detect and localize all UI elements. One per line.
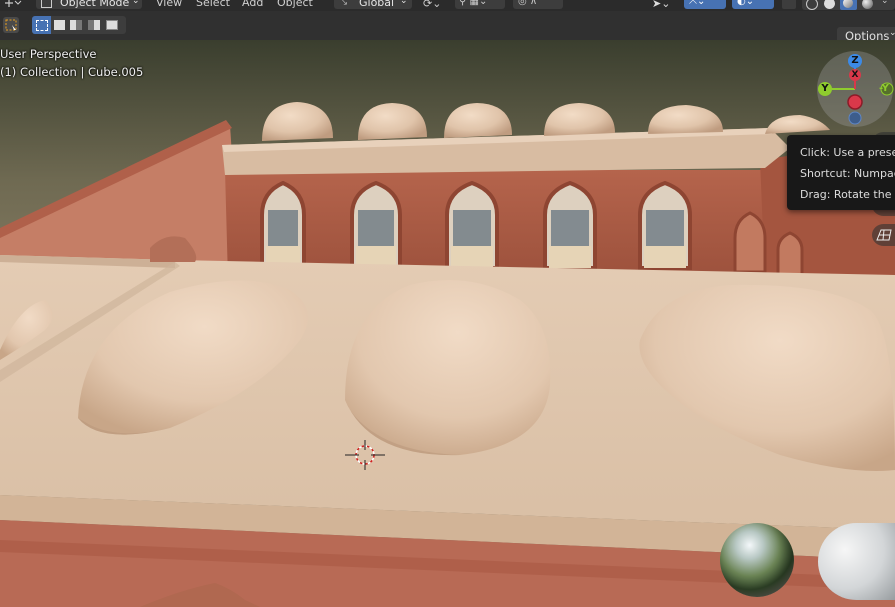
collection-info-label: (1) Collection | Cube.005 xyxy=(0,65,144,79)
menu-select[interactable]: Select xyxy=(196,0,230,9)
select-cursor-icon[interactable]: ➤⌄ xyxy=(652,0,670,10)
grid-ortho-icon[interactable] xyxy=(872,224,895,246)
select-mode-subtract-icon[interactable] xyxy=(70,20,82,30)
snap-toggle[interactable]: ⚲ ▦⌄ xyxy=(455,0,505,9)
tooltip-line-click: Click: Use a preset xyxy=(800,146,895,159)
chevron-down-icon: ⌄ xyxy=(400,0,408,6)
view-name-label: User Perspective xyxy=(0,47,97,61)
3d-cursor-icon[interactable] xyxy=(345,440,385,470)
hdri-sphere xyxy=(720,523,794,597)
rendered-shading-icon[interactable] xyxy=(862,0,873,9)
menu-view[interactable]: View xyxy=(156,0,182,9)
tool-settings-bar: Options ⌄ xyxy=(0,11,895,46)
solid-shading-icon[interactable] xyxy=(824,0,835,9)
editor-type-icon[interactable] xyxy=(3,0,23,9)
snap-icon: ⚲ ▦⌄ xyxy=(459,0,488,7)
select-mode-new-icon[interactable] xyxy=(32,16,51,34)
object-mode-label: Object Mode xyxy=(60,0,130,9)
xray-icon[interactable] xyxy=(782,0,796,9)
chevron-down-icon: ⌄ xyxy=(132,0,140,6)
material-shading-icon[interactable] xyxy=(840,0,857,10)
tooltip-line-drag: Drag: Rotate the vi xyxy=(800,188,895,201)
transform-orientation-label: Global xyxy=(359,0,395,9)
orientation-icon: ⤡ xyxy=(339,0,347,7)
tooltip-line-shortcut: Shortcut: Numpad 1 xyxy=(800,167,895,180)
chevron-down-icon[interactable]: ⌄ xyxy=(881,0,889,6)
gizmo-axis-neg-y[interactable]: -Y xyxy=(879,83,889,94)
proportional-icon: ◎ ∧ xyxy=(518,0,538,7)
menu-add[interactable]: Add xyxy=(242,0,263,9)
gizmo-axis-z[interactable]: Z xyxy=(848,54,862,68)
matcap-sphere xyxy=(818,523,895,600)
overlay-icon: ◐⌄ xyxy=(737,0,755,7)
gizmo-axis-x[interactable]: X xyxy=(849,69,861,81)
wireframe-shading-icon[interactable] xyxy=(806,0,818,10)
3d-viewport[interactable]: User Perspective (1) Collection | Cube.0… xyxy=(0,40,895,607)
gizmo-toggle[interactable]: ⤧⌄ xyxy=(684,0,726,9)
scene-render xyxy=(0,40,895,607)
navigation-gizmo[interactable]: Z X Y -Y xyxy=(815,49,895,129)
viewport-header: Object Mode ⌄ View Select Add Object ⤡ G… xyxy=(0,0,895,11)
selection-mode-buttons xyxy=(32,16,126,34)
object-mode-dropdown[interactable]: Object Mode ⌄ xyxy=(36,0,142,9)
select-box-tool-icon[interactable] xyxy=(3,17,19,33)
shading-buttons: ⌄ xyxy=(802,0,895,10)
menu-object[interactable]: Object xyxy=(277,0,313,9)
proportional-edit-toggle[interactable]: ◎ ∧ xyxy=(513,0,563,9)
select-mode-invert-icon[interactable] xyxy=(88,20,100,30)
select-mode-intersect-icon[interactable] xyxy=(106,20,118,30)
pivot-icon[interactable]: ⟳⌄ xyxy=(423,0,441,10)
gizmo-axis-y[interactable]: Y xyxy=(818,82,832,96)
chevron-down-icon: ⌄ xyxy=(889,28,895,38)
transform-orientation-dropdown[interactable]: ⤡ Global ⌄ xyxy=(334,0,412,9)
gizmo-tooltip: Click: Use a preset Shortcut: Numpad 1 D… xyxy=(787,135,895,210)
overlay-toggle[interactable]: ◐⌄ xyxy=(732,0,774,9)
select-mode-extend-icon[interactable] xyxy=(54,20,65,30)
object-mode-icon xyxy=(41,0,52,8)
gizmo-toggle-icon: ⤧⌄ xyxy=(689,0,706,7)
